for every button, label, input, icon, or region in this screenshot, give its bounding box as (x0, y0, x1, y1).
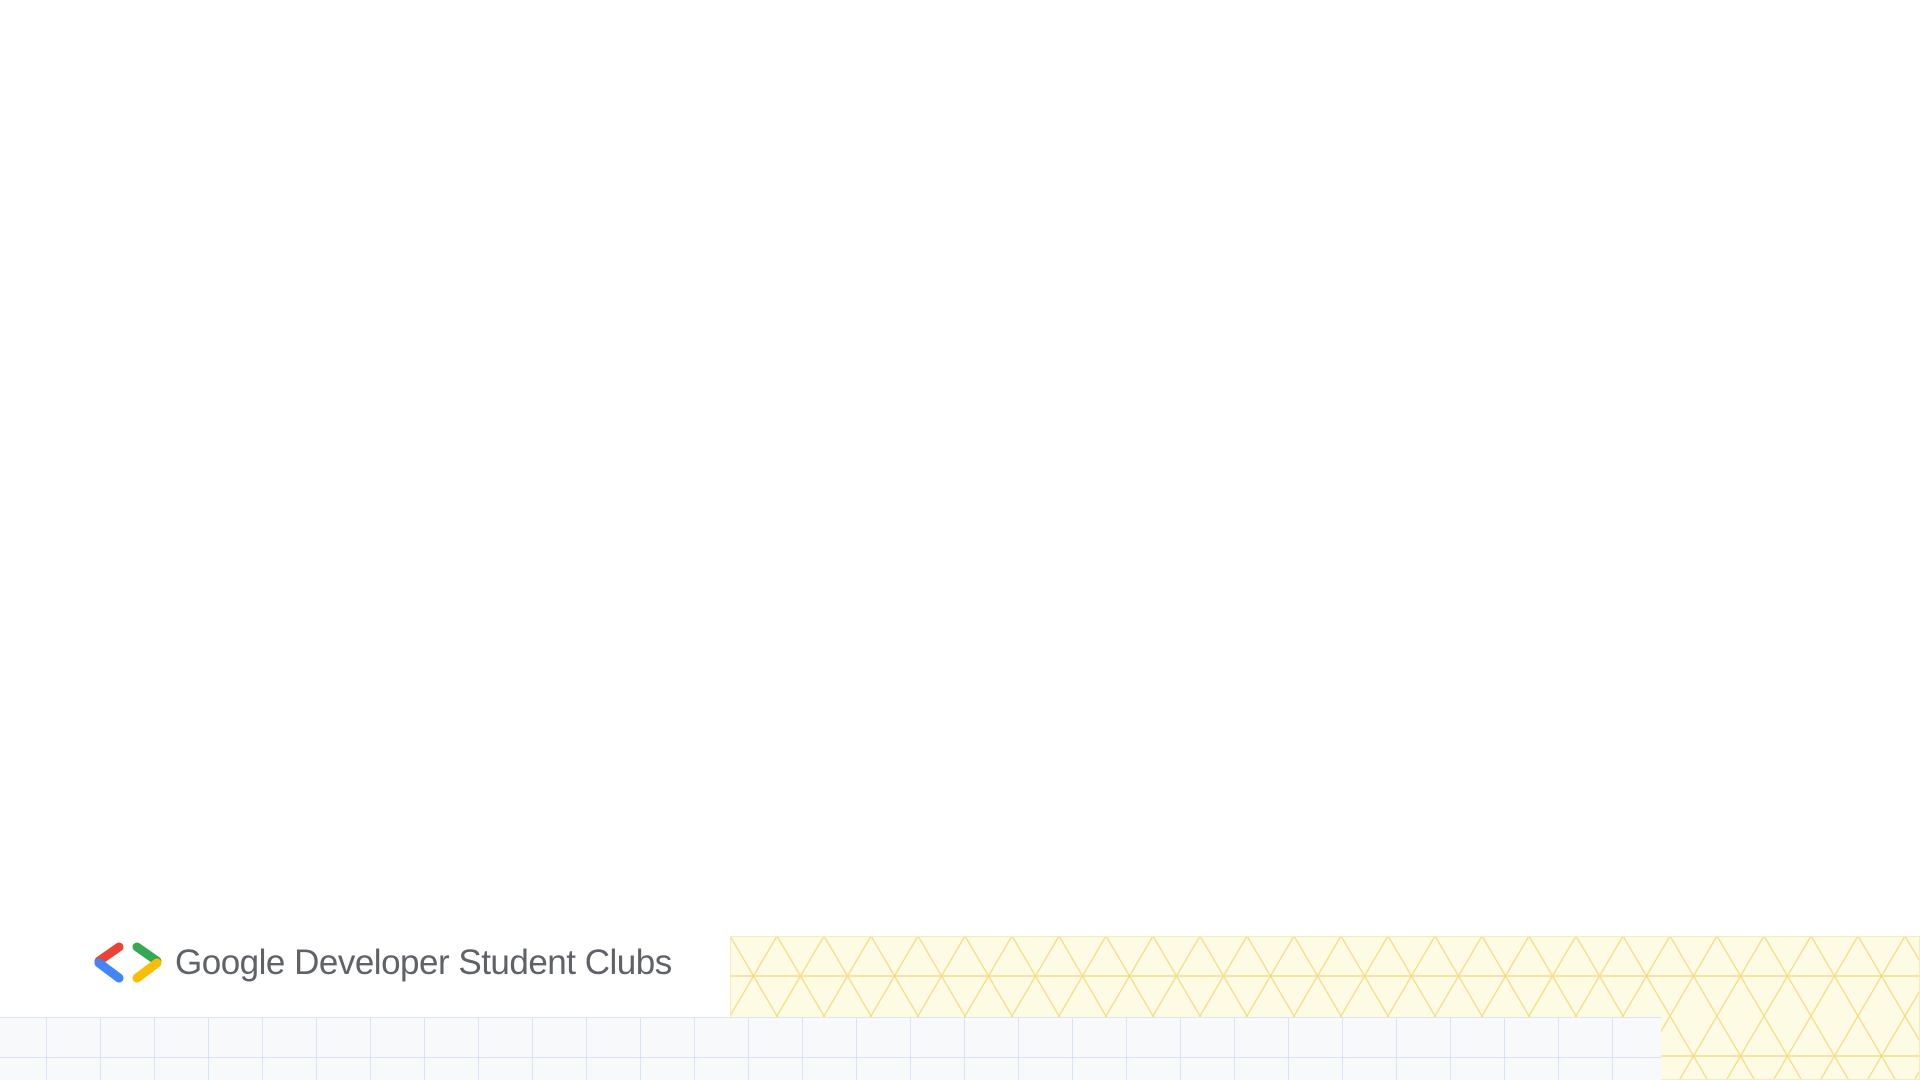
blue-grid-pattern (0, 1017, 1661, 1080)
gdsc-brackets-icon (94, 942, 162, 983)
brand-name: Google Developer Student Clubs (175, 943, 672, 982)
slide: Google Developer Student Clubs (0, 0, 1920, 1080)
gdsc-logo: Google Developer Student Clubs (93, 940, 672, 986)
